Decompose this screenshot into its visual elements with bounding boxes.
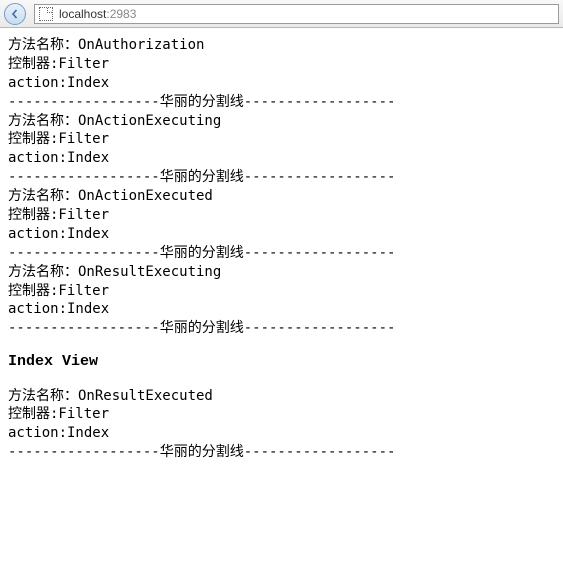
divider-line: ------------------华丽的分割线----------------…: [8, 443, 555, 462]
filter-block: 方法名称：OnResultExecuting控制器:Filteraction:I…: [8, 263, 555, 339]
divider-line: ------------------华丽的分割线----------------…: [8, 244, 555, 263]
divider-line: ------------------华丽的分割线----------------…: [8, 319, 555, 338]
action-line: action:Index: [8, 424, 555, 443]
divider-line: ------------------华丽的分割线----------------…: [8, 168, 555, 187]
controller-line: 控制器:Filter: [8, 206, 555, 225]
controller-line: 控制器:Filter: [8, 405, 555, 424]
divider-line: ------------------华丽的分割线----------------…: [8, 93, 555, 112]
filter-block: 方法名称：OnActionExecuting控制器:Filteraction:I…: [8, 112, 555, 188]
action-line: action:Index: [8, 225, 555, 244]
address-bar[interactable]: localhost:2983: [34, 4, 559, 24]
controller-line: 控制器:Filter: [8, 55, 555, 74]
browser-toolbar: localhost:2983: [0, 0, 563, 28]
address-port: :2983: [106, 7, 136, 21]
filter-block: 方法名称：OnResultExecuted控制器:Filteraction:In…: [8, 387, 555, 463]
action-line: action:Index: [8, 149, 555, 168]
filter-block: 方法名称：OnActionExecuted控制器:Filteraction:In…: [8, 187, 555, 263]
controller-line: 控制器:Filter: [8, 282, 555, 301]
controller-line: 控制器:Filter: [8, 130, 555, 149]
heading: Index View: [8, 352, 555, 372]
page-icon: [39, 7, 53, 21]
method-line: 方法名称：OnActionExecuted: [8, 187, 555, 206]
method-line: 方法名称：OnResultExecuting: [8, 263, 555, 282]
filter-block: 方法名称：OnAuthorization控制器:Filteraction:Ind…: [8, 36, 555, 112]
action-line: action:Index: [8, 74, 555, 93]
method-line: 方法名称：OnResultExecuted: [8, 387, 555, 406]
address-text: localhost:2983: [59, 7, 554, 21]
back-button[interactable]: [4, 3, 26, 25]
method-line: 方法名称：OnActionExecuting: [8, 112, 555, 131]
chevron-left-icon: [10, 9, 20, 19]
address-host: localhost: [59, 7, 106, 21]
method-line: 方法名称：OnAuthorization: [8, 36, 555, 55]
action-line: action:Index: [8, 300, 555, 319]
page-content: 方法名称：OnAuthorization控制器:Filteraction:Ind…: [0, 28, 563, 470]
